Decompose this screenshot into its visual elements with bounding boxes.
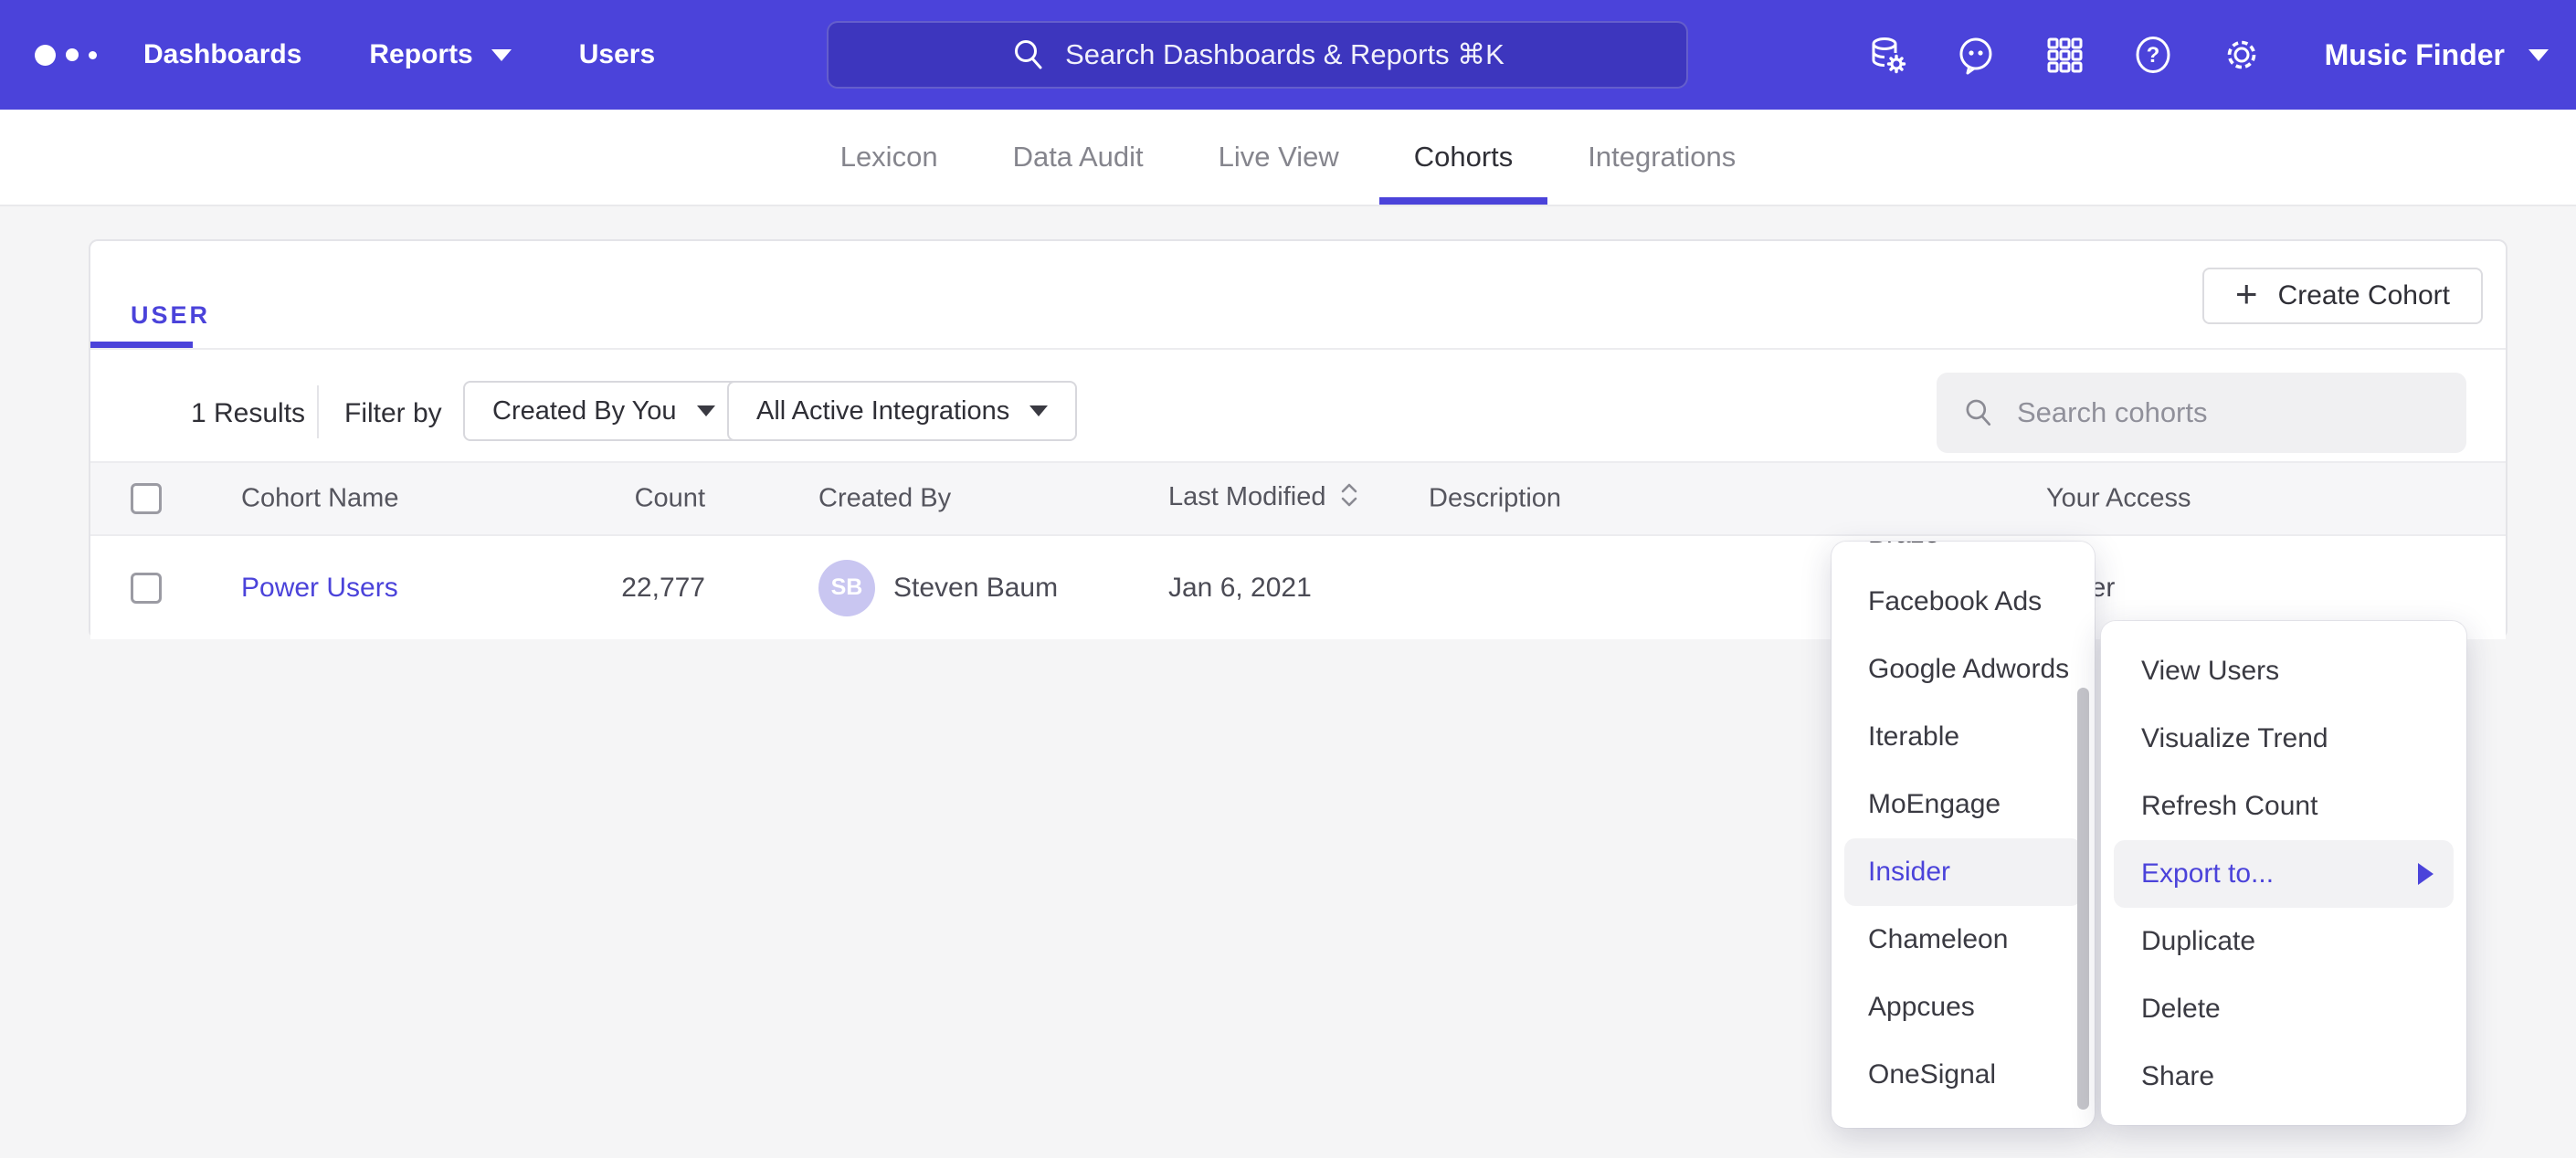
menu-item-iterable[interactable]: Iterable <box>1832 703 2095 771</box>
divider <box>317 385 319 438</box>
created-by-filter-dropdown[interactable]: Created By You <box>463 381 744 441</box>
menu-item-chameleon[interactable]: Chameleon <box>1832 906 2095 974</box>
avatar: SB <box>818 560 875 616</box>
tab-integrations-label: Integrations <box>1588 141 1736 174</box>
plus-icon: + <box>2235 275 2258 313</box>
nav-item-users-label: Users <box>579 39 655 70</box>
topnav-right-controls: ? Music Finder <box>1865 0 2549 110</box>
tab-integrations[interactable]: Integrations <box>1588 110 1736 205</box>
menu-item-share[interactable]: Share <box>2101 1043 2466 1111</box>
menu-item-google-adwords[interactable]: Google Adwords <box>1832 636 2095 703</box>
sort-icon[interactable] <box>1339 481 1359 516</box>
tab-user-cohorts[interactable]: USER <box>131 301 210 330</box>
cohort-search-placeholder: Search cohorts <box>2017 396 2208 429</box>
section-tabbar: Lexicon Data Audit Live View Cohorts Int… <box>0 110 2576 206</box>
menu-item-appcues[interactable]: Appcues <box>1832 974 2095 1041</box>
tab-cohorts[interactable]: Cohorts <box>1414 110 1514 205</box>
column-header-created-by[interactable]: Created By <box>818 484 951 514</box>
tab-data-audit[interactable]: Data Audit <box>1013 110 1144 205</box>
column-header-your-access[interactable]: Your Access <box>2046 484 2191 514</box>
menu-item-refresh-count[interactable]: Refresh Count <box>2101 773 2466 840</box>
scrollbar-thumb[interactable] <box>2077 688 2089 1110</box>
chevron-down-icon <box>2528 49 2549 61</box>
cohort-search-input[interactable]: Search cohorts <box>1937 373 2466 453</box>
export-to-label: Export to... <box>2141 858 2274 890</box>
create-cohort-button[interactable]: + Create Cohort <box>2202 268 2483 324</box>
menu-item-view-users[interactable]: View Users <box>2101 637 2466 705</box>
row-context-menu: View Users Visualize Trend Refresh Count… <box>2101 621 2466 1125</box>
primary-nav-links: Dashboards Reports Users <box>143 0 655 110</box>
cohort-count-value: 22,777 <box>556 573 705 604</box>
apps-grid-icon[interactable] <box>2043 33 2086 77</box>
help-icon[interactable]: ? <box>2131 33 2175 77</box>
settings-gear-icon[interactable] <box>2220 33 2264 77</box>
chevron-down-icon <box>491 49 512 61</box>
chevron-down-icon <box>1029 405 1048 416</box>
select-all-checkbox[interactable] <box>131 483 162 514</box>
creator-name: Steven Baum <box>893 573 1058 604</box>
menu-item-visualize-trend[interactable]: Visualize Trend <box>2101 705 2466 773</box>
last-modified-value: Jan 6, 2021 <box>1168 573 1312 604</box>
tab-data-audit-label: Data Audit <box>1013 141 1144 174</box>
nav-item-users[interactable]: Users <box>579 39 655 70</box>
brand-logo-icon[interactable] <box>35 0 97 110</box>
menu-item-onesignal[interactable]: OneSignal <box>1832 1041 2095 1109</box>
feedback-icon[interactable] <box>1954 33 1998 77</box>
cohorts-panel: USER + Create Cohort 1 Results Filter by… <box>89 239 2507 639</box>
row-checkbox[interactable] <box>131 573 162 604</box>
integrations-filter-label: All Active Integrations <box>756 396 1009 426</box>
column-header-count[interactable]: Count <box>556 484 705 514</box>
tab-live-view[interactable]: Live View <box>1219 110 1339 205</box>
menu-item-export-to[interactable]: Export to... <box>2114 840 2454 908</box>
svg-text:?: ? <box>2146 43 2159 68</box>
create-cohort-label: Create Cohort <box>2278 280 2450 311</box>
menu-item-moengage[interactable]: MoEngage <box>1832 771 2095 838</box>
nav-item-dashboards-label: Dashboards <box>143 39 301 70</box>
created-by-cell: SB Steven Baum <box>818 560 1058 616</box>
column-header-description[interactable]: Description <box>1429 484 1561 514</box>
global-search-placeholder: Search Dashboards & Reports ⌘K <box>1065 38 1504 71</box>
tab-lexicon-label: Lexicon <box>840 141 938 174</box>
top-navigation-bar: Dashboards Reports Users Search Dashboar… <box>0 0 2576 110</box>
menu-item-facebook-ads[interactable]: Facebook Ads <box>1832 568 2095 636</box>
search-icon <box>1962 396 1995 429</box>
results-count: 1 Results <box>191 398 305 429</box>
integrations-filter-dropdown[interactable]: All Active Integrations <box>727 381 1077 441</box>
last-modified-label: Last Modified <box>1168 482 1326 511</box>
submenu-arrow-icon <box>2418 863 2433 885</box>
column-header-cohort-name[interactable]: Cohort Name <box>241 484 398 514</box>
account-name-label: Music Finder <box>2325 38 2505 72</box>
chevron-down-icon <box>697 405 715 416</box>
cohort-name-link[interactable]: Power Users <box>241 573 398 604</box>
account-switcher[interactable]: Music Finder <box>2325 38 2549 72</box>
menu-item-duplicate[interactable]: Duplicate <box>2101 908 2466 975</box>
table-header-row: Cohort Name Count Created By Last Modifi… <box>90 461 2506 536</box>
search-icon <box>1010 37 1047 73</box>
menu-item-braze[interactable]: Braze <box>1832 542 2095 568</box>
row-context-list: View Users Visualize Trend Refresh Count… <box>2101 637 2466 1111</box>
tab-lexicon[interactable]: Lexicon <box>840 110 938 205</box>
filter-by-label: Filter by <box>344 398 442 429</box>
menu-item-delete[interactable]: Delete <box>2101 975 2466 1043</box>
created-by-filter-label: Created By You <box>492 396 677 426</box>
nav-item-dashboards[interactable]: Dashboards <box>143 39 301 70</box>
tab-cohorts-label: Cohorts <box>1414 141 1514 174</box>
menu-item-insider[interactable]: Insider <box>1844 838 2082 906</box>
export-destination-menu: Braze Facebook Ads Google Adwords Iterab… <box>1832 542 2095 1128</box>
tab-live-view-label: Live View <box>1219 141 1339 174</box>
nav-item-reports-label: Reports <box>369 39 472 70</box>
divider <box>90 348 2506 350</box>
column-header-last-modified[interactable]: Last Modified <box>1168 481 1359 516</box>
global-search-input[interactable]: Search Dashboards & Reports ⌘K <box>827 21 1688 89</box>
data-settings-icon[interactable] <box>1865 33 1909 77</box>
export-destination-list: Braze Facebook Ads Google Adwords Iterab… <box>1832 542 2095 1109</box>
nav-item-reports[interactable]: Reports <box>369 39 511 70</box>
